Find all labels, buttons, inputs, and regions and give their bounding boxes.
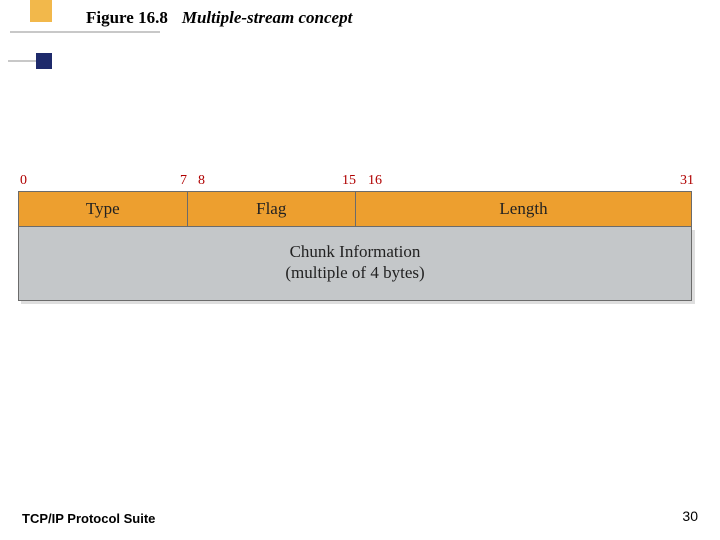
field-type: Type <box>19 192 188 226</box>
bit-15: 15 <box>342 173 356 189</box>
chunk-info-line1: Chunk Information <box>19 241 691 262</box>
page-number: 30 <box>682 508 698 524</box>
packet-diagram: 0 7 8 15 16 31 Type Flag Length Chunk In… <box>18 173 698 301</box>
bit-31: 31 <box>680 173 694 189</box>
packet-body-row: Chunk Information (multiple of 4 bytes) <box>18 227 692 301</box>
corner-navy-square <box>36 53 52 69</box>
packet-header-row: Type Flag Length <box>18 191 692 227</box>
footer-suite: TCP/IP Protocol Suite <box>22 511 155 526</box>
bit-16: 16 <box>368 173 382 189</box>
bit-8: 8 <box>198 173 205 189</box>
corner-line-1 <box>10 31 160 33</box>
figure-title-area: Figure 16.8 Multiple-stream concept <box>86 8 352 28</box>
field-length: Length <box>356 192 691 226</box>
packet-box: Type Flag Length Chunk Information (mult… <box>18 191 692 301</box>
corner-gold-square <box>30 0 52 22</box>
figure-title: Multiple-stream concept <box>182 8 352 28</box>
chunk-info-line2: (multiple of 4 bytes) <box>19 262 691 283</box>
bit-scale: 0 7 8 15 16 31 <box>18 173 698 191</box>
bit-0: 0 <box>20 173 27 189</box>
bit-7: 7 <box>180 173 187 189</box>
figure-number: Figure 16.8 <box>86 8 168 28</box>
field-flag: Flag <box>188 192 357 226</box>
